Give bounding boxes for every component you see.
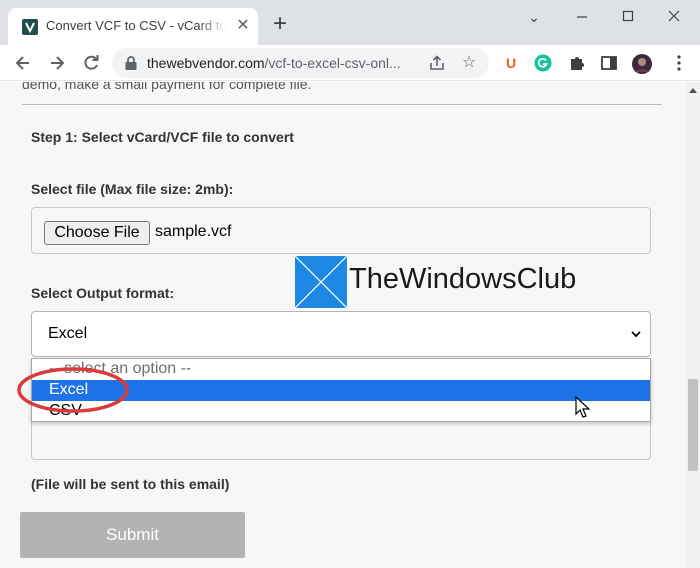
mouse-cursor-icon: [575, 396, 591, 418]
tab-active[interactable]: Convert VCF to CSV - vCard to CSV ✕: [8, 8, 258, 45]
share-icon[interactable]: [428, 54, 446, 72]
back-arrow-icon[interactable]: [10, 50, 36, 76]
maximize-icon[interactable]: [614, 6, 642, 28]
scroll-thumb[interactable]: [688, 379, 698, 471]
output-format-select[interactable]: Excel: [31, 311, 651, 357]
file-label: Select file (Max file size: 2mb):: [31, 181, 234, 197]
windows-logo-icon: [295, 256, 347, 308]
minimize-icon[interactable]: [568, 6, 596, 28]
star-icon[interactable]: ☆: [460, 54, 478, 72]
submit-button[interactable]: Submit: [20, 512, 245, 558]
choose-file-button[interactable]: Choose File: [44, 221, 150, 245]
new-tab-button[interactable]: +: [268, 12, 292, 37]
scroll-up-icon[interactable]: [689, 88, 697, 93]
page-content: demo, make a small payment for complete …: [0, 82, 686, 568]
url-text[interactable]: thewebvendor.com/vcf-to-excel-csv-onl...: [147, 55, 417, 71]
divider: [22, 104, 662, 105]
close-icon[interactable]: ✕: [234, 17, 252, 35]
grammarly-icon[interactable]: [534, 54, 552, 72]
window-close-icon[interactable]: [660, 6, 688, 28]
file-name: sample.vcf: [155, 223, 232, 240]
address-bar[interactable]: thewebvendor.com/vcf-to-excel-csv-onl...…: [112, 48, 489, 78]
avatar[interactable]: [632, 54, 652, 74]
watermark-text: TheWindowsClub: [349, 263, 577, 295]
output-format-label: Select Output format:: [31, 285, 175, 301]
reload-icon[interactable]: [78, 50, 104, 76]
ublock-icon[interactable]: U: [502, 54, 520, 72]
step1-heading: Step 1: Select vCard/VCF file to convert: [31, 129, 294, 145]
browser-toolbar: thewebvendor.com/vcf-to-excel-csv-onl...…: [0, 45, 700, 81]
email-note: (File will be sent to this email): [31, 476, 230, 492]
chevron-down-icon[interactable]: ⌄: [520, 6, 548, 28]
site-favicon: [22, 19, 38, 35]
file-input[interactable]: Choose File sample.vcf: [31, 207, 651, 254]
lock-icon[interactable]: [124, 55, 138, 71]
forward-arrow-icon[interactable]: [44, 50, 70, 76]
annotation-ellipse: [17, 367, 129, 413]
email-input[interactable]: [31, 420, 651, 460]
select-value: Excel: [48, 325, 88, 342]
puzzle-icon[interactable]: [568, 54, 586, 72]
tab-title: Convert VCF to CSV - vCard to CSV: [46, 18, 226, 33]
page-scrollbar[interactable]: [686, 82, 700, 568]
chevron-down-icon: [631, 331, 641, 338]
tab-strip: Convert VCF to CSV - vCard to CSV ✕ + ⌄: [0, 0, 700, 45]
sidepanel-icon[interactable]: [600, 54, 618, 72]
intro-text: demo, make a small payment for complete …: [22, 82, 312, 92]
kebab-menu-icon[interactable]: [670, 54, 688, 72]
